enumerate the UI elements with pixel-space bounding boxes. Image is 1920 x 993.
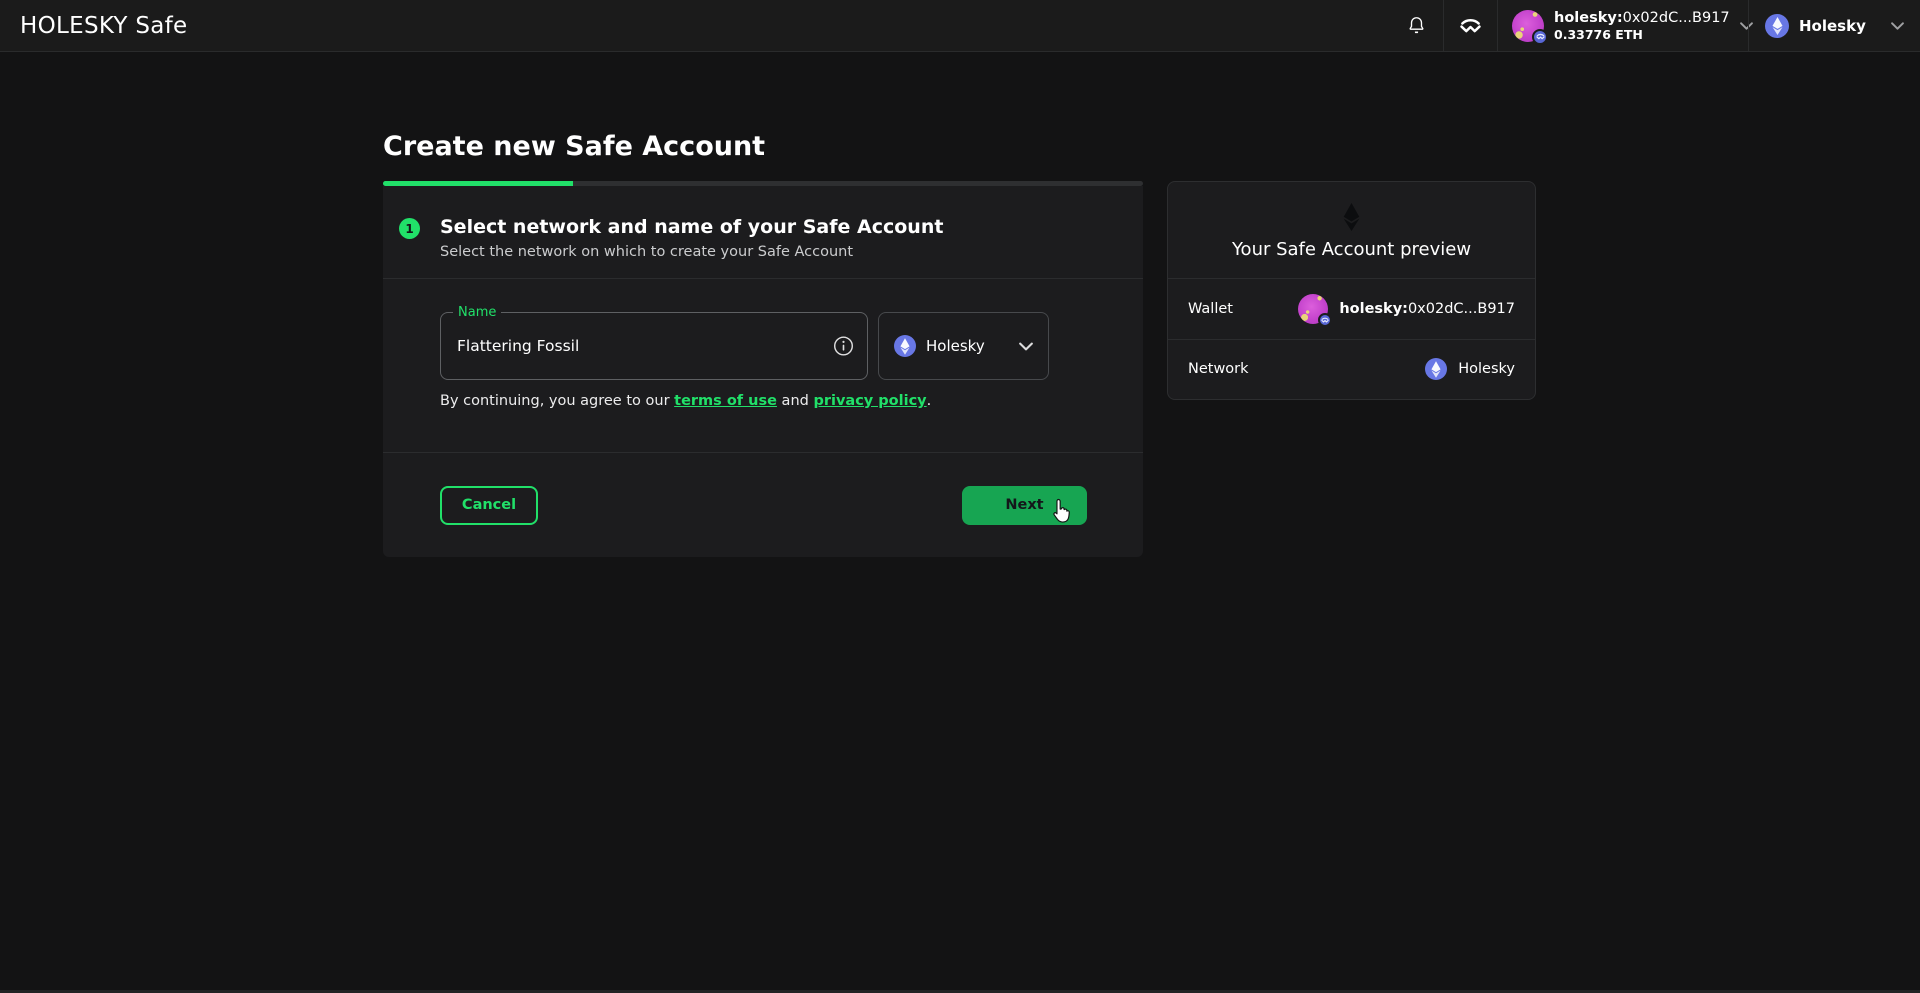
ethereum-icon — [1425, 358, 1447, 380]
safe-name-field: Name — [440, 312, 868, 380]
network-name: Holesky — [1799, 17, 1866, 35]
account-address-prefix: holesky: — [1554, 10, 1623, 26]
top-bar: HOLESKY Safe — [0, 0, 1920, 52]
privacy-policy-link[interactable]: privacy policy — [813, 393, 926, 409]
wallet-address: holesky:0x02dC...B917 — [1339, 301, 1515, 317]
wallet-avatar — [1298, 294, 1328, 324]
terms-text: . — [927, 393, 932, 409]
ethereum-icon — [1765, 14, 1789, 38]
wallet-row-label: Wallet — [1188, 301, 1233, 317]
account-menu[interactable]: holesky:0x02dC...B917 0.33776 ETH — [1497, 0, 1748, 51]
step-footer: Cancel Next — [383, 453, 1143, 557]
preview-header: Your Safe Account preview — [1168, 182, 1535, 279]
account-balance: 0.33776 ETH — [1554, 27, 1730, 43]
step-header: 1 Select network and name of your Safe A… — [383, 186, 1143, 279]
network-select-value: Holesky — [926, 337, 985, 355]
preview-title: Your Safe Account preview — [1232, 239, 1471, 260]
ethereum-icon — [894, 335, 916, 357]
notifications-button[interactable] — [1390, 0, 1443, 51]
create-safe-step-card: 1 Select network and name of your Safe A… — [383, 186, 1143, 557]
safe-account-preview-card: Your Safe Account preview Wallet holesky… — [1167, 181, 1536, 400]
network-row-value: Holesky — [1425, 358, 1515, 380]
account-address: holesky:0x02dC...B917 — [1554, 9, 1730, 27]
terms-of-use-link[interactable]: terms of use — [674, 393, 777, 409]
network-switcher[interactable]: Holesky — [1748, 0, 1920, 51]
network-row-label: Network — [1188, 361, 1249, 377]
account-address-short: 0x02dC...B917 — [1623, 10, 1730, 26]
next-button[interactable]: Next — [962, 486, 1087, 525]
wallet-address-short: 0x02dC...B917 — [1408, 301, 1515, 317]
terms-notice: By continuing, you agree to our terms of… — [440, 393, 931, 409]
chevron-down-icon — [1891, 22, 1904, 30]
preview-network-name: Holesky — [1458, 361, 1515, 377]
walletconnect-wallet-badge — [1318, 313, 1332, 327]
network-select[interactable]: Holesky — [878, 312, 1049, 380]
step-header-text: Select network and name of your Safe Acc… — [440, 216, 943, 260]
terms-text: By continuing, you agree to our — [440, 393, 674, 409]
step-subtitle: Select the network on which to create yo… — [440, 244, 943, 260]
preview-network-row: Network Holesky — [1168, 340, 1535, 400]
ethereum-dark-icon — [1343, 203, 1360, 231]
step-title: Select network and name of your Safe Acc… — [440, 216, 943, 238]
app-logo[interactable]: HOLESKY Safe — [20, 13, 188, 39]
wallet-avatar — [1512, 10, 1544, 42]
walletconnect-icon — [1459, 17, 1482, 34]
walletconnect-wallet-badge — [1532, 29, 1548, 45]
app-root: { "header": { "logo": "HOLESKY Safe", "a… — [0, 0, 1920, 993]
top-bar-actions: holesky:0x02dC...B917 0.33776 ETH Holesk… — [1390, 0, 1920, 51]
terms-text: and — [777, 393, 814, 409]
wallet-address-prefix: holesky: — [1339, 301, 1408, 317]
step-form: Name Holesky By c — [383, 279, 1143, 453]
cancel-button[interactable]: Cancel — [440, 486, 538, 525]
preview-wallet-row: Wallet holesky:0x02dC...B917 — [1168, 279, 1535, 340]
info-icon[interactable] — [833, 336, 854, 357]
walletconnect-button[interactable] — [1443, 0, 1497, 51]
account-info: holesky:0x02dC...B917 0.33776 ETH — [1554, 9, 1730, 43]
chevron-down-icon — [1019, 342, 1033, 351]
safe-name-input[interactable] — [441, 313, 867, 379]
page-title: Create new Safe Account — [383, 130, 765, 164]
wallet-row-value: holesky:0x02dC...B917 — [1298, 294, 1515, 324]
step-number-badge: 1 — [399, 218, 420, 239]
bell-icon — [1407, 15, 1426, 36]
